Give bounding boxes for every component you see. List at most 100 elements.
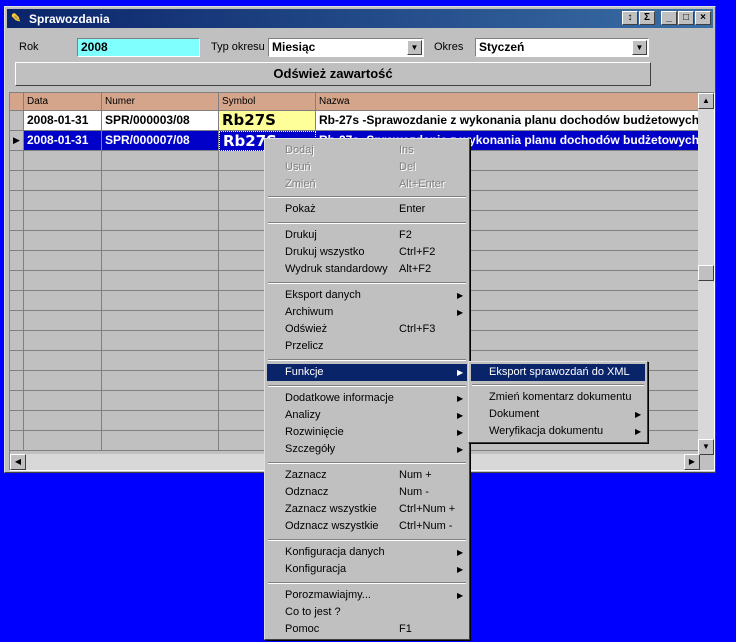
cell-data: 2008-01-31 (24, 111, 102, 131)
empty-cell (10, 311, 24, 331)
chevron-down-icon[interactable]: ▼ (632, 40, 647, 55)
scroll-up-icon[interactable]: ▲ (698, 93, 714, 109)
window-title: Sprawozdania (29, 12, 110, 26)
menu-item-porozmawiajmy[interactable]: Porozmawiajmy... ▶ (267, 587, 467, 604)
rok-label: Rok (19, 41, 39, 53)
menu-item-pomoc[interactable]: Pomoc F1 (267, 621, 467, 638)
scroll-down-icon[interactable]: ▼ (698, 439, 714, 455)
scroll-thumb[interactable] (698, 265, 714, 281)
menu-item-konfiguracja-danych[interactable]: Konfiguracja danych ▶ (267, 544, 467, 561)
menu-item-co-to-jest[interactable]: Co to jest ? (267, 604, 467, 621)
menu-item-shortcut: Ctrl+Num + (399, 503, 456, 515)
menu-item-zmień[interactable]: Zmień Alt+Enter (267, 176, 467, 193)
submenu-item[interactable]: Zmień komentarz dokumentu (471, 389, 645, 406)
submenu-item-label: Dokument (489, 408, 540, 420)
menu-item-usuń[interactable]: Usuń Del (267, 159, 467, 176)
sigma-icon[interactable]: Σ (639, 11, 655, 25)
cell-symbol: Rb27S (219, 111, 316, 131)
submenu-item[interactable]: Eksport sprawozdań do XML (471, 364, 645, 381)
menu-item-label: Konfiguracja danych (285, 546, 385, 558)
menu-separator (472, 384, 644, 386)
menu-item-drukuj[interactable]: Drukuj F2 (267, 227, 467, 244)
submenu-arrow-icon: ▶ (457, 565, 464, 574)
submenu-arrow-icon: ▶ (457, 411, 464, 420)
menu-item-drukuj-wszystko[interactable]: Drukuj wszystko Ctrl+F2 (267, 244, 467, 261)
cell-numer: SPR/000003/08 (102, 111, 219, 131)
menu-item-przelicz[interactable]: Przelicz (267, 338, 467, 355)
menu-separator (268, 196, 466, 198)
menu-item-label: Zaznacz (285, 469, 327, 481)
empty-cell (24, 271, 102, 291)
menu-item-label: Drukuj (285, 229, 317, 241)
submenu-item[interactable]: Dokument ▶ (471, 406, 645, 423)
submenu-arrow-icon: ▶ (635, 410, 642, 419)
menu-item-dodatkowe-informacje[interactable]: Dodatkowe informacje ▶ (267, 390, 467, 407)
maximize-icon[interactable]: □ (678, 11, 694, 25)
column-header-numer[interactable]: Numer (102, 93, 219, 111)
empty-cell (24, 191, 102, 211)
menu-item-konfiguracja[interactable]: Konfiguracja ▶ (267, 561, 467, 578)
empty-cell (102, 231, 219, 251)
okres-select[interactable]: Styczeń ▼ (475, 38, 649, 57)
menu-item-dodaj[interactable]: Dodaj Ins (267, 142, 467, 159)
column-header-data[interactable]: Data (24, 93, 102, 111)
empty-cell (24, 351, 102, 371)
menu-item-shortcut: Ins (399, 144, 414, 156)
menu-item-shortcut: F2 (399, 229, 412, 241)
menu-item-label: Przelicz (285, 340, 324, 352)
menu-item-wydruk-standardowy[interactable]: Wydruk standardowy Alt+F2 (267, 261, 467, 278)
cell-data: 2008-01-31 (24, 131, 102, 151)
empty-cell (102, 331, 219, 351)
menu-item-zaznacz-wszystkie[interactable]: Zaznacz wszystkie Ctrl+Num + (267, 501, 467, 518)
submenu-item-label: Weryfikacja dokumentu (489, 425, 604, 437)
chevron-down-icon[interactable]: ▼ (407, 40, 422, 55)
empty-cell (24, 231, 102, 251)
title-bar[interactable]: ✎ Sprawozdania ↕ Σ _ □ × (7, 9, 713, 28)
menu-separator (268, 282, 466, 284)
menu-separator (268, 582, 466, 584)
empty-cell (24, 211, 102, 231)
scroll-left-icon[interactable]: ◀ (10, 454, 26, 470)
menu-separator (268, 222, 466, 224)
rok-input[interactable]: 2008 (77, 38, 200, 57)
close-icon[interactable]: × (695, 11, 711, 25)
menu-item-odśwież[interactable]: Odśwież Ctrl+F3 (267, 321, 467, 338)
empty-cell (24, 411, 102, 431)
column-header-symbol[interactable]: Symbol (219, 93, 316, 111)
menu-separator (268, 462, 466, 464)
empty-cell (24, 431, 102, 451)
table-row[interactable]: 2008-01-31 SPR/000003/08 Rb27S Rb-27s -S… (10, 111, 700, 131)
okres-value: Styczeń (479, 40, 525, 54)
refresh-button[interactable]: Odśwież zawartość (15, 62, 651, 86)
vertical-scrollbar[interactable]: ▲ ▼ (698, 93, 714, 455)
indicator-header (10, 93, 24, 111)
menu-item-rozwinięcie[interactable]: Rozwinięcie ▶ (267, 424, 467, 441)
menu-item-label: Dodatkowe informacje (285, 392, 394, 404)
empty-cell (10, 271, 24, 291)
submenu-item[interactable]: Weryfikacja dokumentu ▶ (471, 423, 645, 440)
row-indicator (10, 111, 24, 131)
submenu-arrow-icon: ▶ (457, 445, 464, 454)
sort-icon[interactable]: ↕ (622, 11, 638, 25)
empty-cell (102, 311, 219, 331)
column-header-nazwa[interactable]: Nazwa (316, 93, 700, 111)
empty-cell (10, 391, 24, 411)
menu-item-analizy[interactable]: Analizy ▶ (267, 407, 467, 424)
menu-item-zaznacz[interactable]: Zaznacz Num + (267, 467, 467, 484)
menu-item-label: Porozmawiajmy... (285, 589, 371, 601)
minimize-icon[interactable]: _ (661, 11, 677, 25)
menu-item-szczegóły[interactable]: Szczegóły ▶ (267, 441, 467, 458)
menu-item-eksport-danych[interactable]: Eksport danych ▶ (267, 287, 467, 304)
typ-okresu-select[interactable]: Miesiąc ▼ (268, 38, 424, 57)
menu-item-shortcut: Alt+F2 (399, 263, 432, 275)
menu-item-pokaż[interactable]: Pokaż Enter (267, 201, 467, 218)
empty-cell (24, 171, 102, 191)
menu-item-odznacz-wszystkie[interactable]: Odznacz wszystkie Ctrl+Num - (267, 518, 467, 535)
submenu-arrow-icon: ▶ (457, 308, 464, 317)
menu-item-odznacz[interactable]: Odznacz Num - (267, 484, 467, 501)
menu-item-funkcje[interactable]: Funkcje ▶ (267, 364, 467, 381)
menu-item-archiwum[interactable]: Archiwum ▶ (267, 304, 467, 321)
scroll-right-icon[interactable]: ▶ (684, 454, 700, 470)
menu-item-label: Pomoc (285, 623, 320, 635)
empty-cell (10, 331, 24, 351)
